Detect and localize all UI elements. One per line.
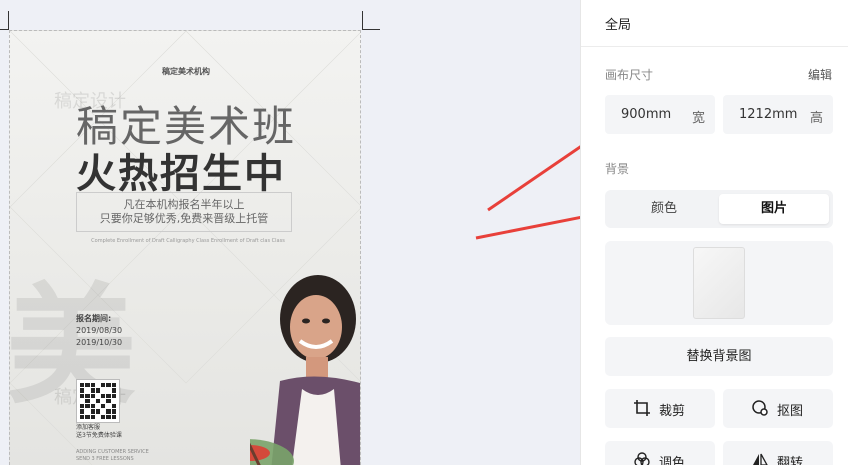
crop-icon [634, 400, 650, 416]
poster-org: 稿定美术机构 [162, 67, 210, 76]
date-end: 2019/10/30 [76, 338, 123, 347]
edit-link[interactable]: 编辑 [808, 66, 832, 83]
cutout-button[interactable]: 抠图 [723, 389, 833, 428]
crop-mark [362, 11, 363, 30]
width-value: 900mm [621, 107, 672, 122]
crop-button[interactable]: 裁剪 [605, 389, 715, 428]
crop-mark [0, 29, 9, 30]
properties-panel: 全局 画布尺寸 编辑 900mm 宽 1212mm 高 背景 颜色 图片 替换背… [580, 0, 848, 465]
date-start: 2019/08/30 [76, 326, 123, 335]
poster-title-line2: 火热招生中 [76, 151, 286, 197]
height-unit: 高 [809, 111, 823, 126]
qr-code [76, 379, 120, 423]
background-type-toggle: 颜色 图片 [605, 190, 833, 228]
color-adjust-label: 调色 [659, 456, 686, 465]
poster-period: 报名期间: 2019/08/30 2019/10/30 [76, 313, 122, 349]
height-field[interactable]: 1212mm 高 [723, 95, 833, 134]
flip-button[interactable]: 翻转 [723, 441, 833, 465]
panel-title: 全局 [605, 18, 632, 33]
qr-caption-line2: 送3节免费体验课 [76, 432, 122, 439]
qr-caption-line1: 添加客服 [76, 424, 101, 431]
background-label: 背景 [605, 162, 630, 176]
background-preview [605, 241, 833, 325]
poster-english-text: Complete Enrollment of Draft Calligraphy… [91, 238, 285, 244]
color-adjust-icon [634, 452, 650, 465]
poster-box-line1: 凡在本机构报名半年以上 [123, 198, 245, 211]
background-thumbnail[interactable] [693, 247, 745, 319]
color-adjust-button[interactable]: 调色 [605, 441, 715, 465]
crop-label: 裁剪 [659, 404, 686, 419]
crop-mark [8, 11, 9, 30]
tab-color[interactable]: 颜色 [609, 194, 719, 224]
poster[interactable]: 美 稿定设计 稿定设计 稿定美术机构 稿定美术班 火热招生中 凡在本机构报名半年… [9, 30, 361, 465]
poster-info-box: 凡在本机构报名半年以上 只要你足够优秀,免费来晋级上托管 [76, 192, 292, 232]
canvas-size-label: 画布尺寸 [605, 68, 654, 82]
canvas-area[interactable]: 美 稿定设计 稿定设计 稿定美术机构 稿定美术班 火热招生中 凡在本机构报名半年… [0, 0, 580, 465]
width-unit: 宽 [691, 111, 705, 126]
cutout-icon [752, 400, 768, 416]
divider [581, 46, 848, 47]
cutout-label: 抠图 [777, 404, 804, 419]
annotation-arrows [475, 145, 580, 240]
poster-box-line2: 只要你足够优秀,免费来晋级上托管 [99, 212, 269, 225]
qr-english: ADDING CUSTOMER SERVICE SEND 3 FREE LESS… [76, 449, 149, 463]
qr-caption: 添加客服 送3节免费体验课 [76, 424, 122, 440]
flip-icon [753, 453, 768, 465]
qr-english-line2: SEND 3 FREE LESSONS [76, 456, 134, 462]
qr-english-line1: ADDING CUSTOMER SERVICE [76, 449, 149, 455]
width-field[interactable]: 900mm 宽 [605, 95, 715, 134]
flip-label: 翻转 [777, 456, 804, 465]
crop-mark [362, 29, 380, 30]
height-value: 1212mm [739, 107, 798, 122]
replace-background-button[interactable]: 替换背景图 [605, 337, 833, 376]
tab-image[interactable]: 图片 [719, 194, 829, 224]
period-label: 报名期间: [76, 314, 112, 323]
girl-photo [250, 275, 360, 465]
